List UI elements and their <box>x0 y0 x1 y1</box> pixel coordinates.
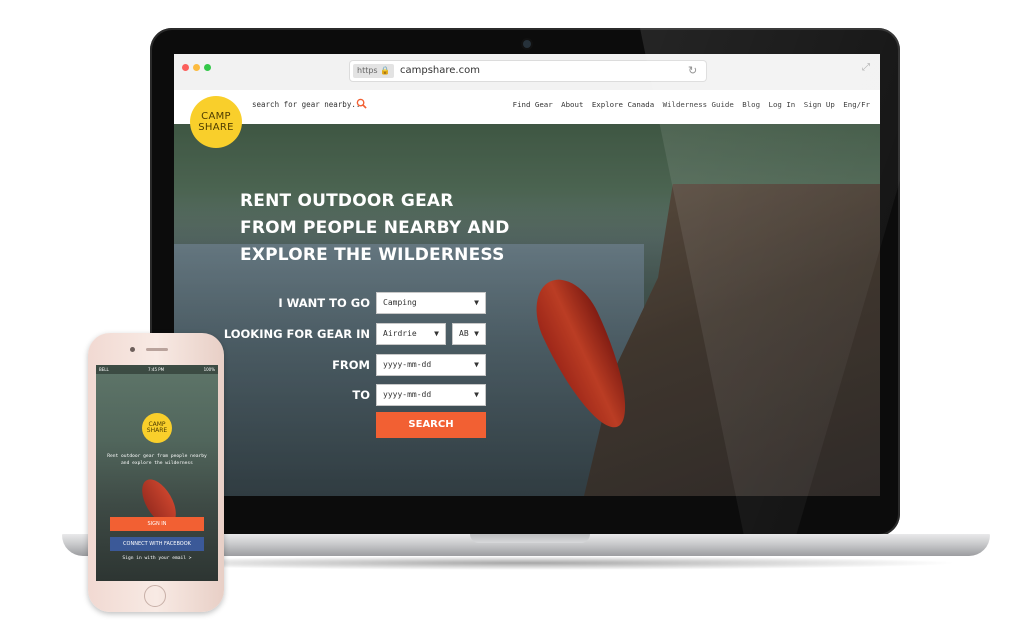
close-window-button[interactable] <box>182 64 189 71</box>
phone-status-bar: BELL 7:45 PM 100% <box>96 365 218 374</box>
headline-line2: FROM PEOPLE NEARBY AND <box>240 218 510 238</box>
nav-log-in[interactable]: Log In <box>769 100 796 109</box>
phone-home-button[interactable] <box>144 585 166 607</box>
phone-campshare-logo: CAMP SHARE <box>142 413 172 443</box>
address-bar[interactable]: https 🔒 campshare.com ↻ <box>350 61 706 81</box>
maximize-window-button[interactable] <box>204 64 211 71</box>
main-nav: Find Gear About Explore Canada Wildernes… <box>509 100 870 109</box>
dropdown-arrow-icon: ▼ <box>474 390 479 399</box>
phone-speaker <box>146 348 168 351</box>
city-value: Airdrie <box>383 329 417 338</box>
from-label: FROM <box>332 358 370 372</box>
from-date-field[interactable]: yyyy-mm-dd ▼ <box>376 354 486 376</box>
phone-time: 7:45 PM <box>148 367 165 372</box>
phone-sign-in-button[interactable]: SIGN IN <box>110 517 204 531</box>
gear-search-input[interactable]: search for gear nearby.. <box>252 100 360 109</box>
hero-section: RENT OUTDOOR GEAR FROM PEOPLE NEARBY AND… <box>174 124 880 496</box>
fullscreen-icon[interactable]: ⤢ <box>862 62 870 73</box>
activity-select[interactable]: Camping ▼ <box>376 292 486 314</box>
nav-wilderness-guide[interactable]: Wilderness Guide <box>663 100 734 109</box>
search-icon[interactable] <box>356 98 367 109</box>
nav-about[interactable]: About <box>561 100 583 109</box>
to-label: TO <box>352 388 370 402</box>
nav-explore-canada[interactable]: Explore Canada <box>592 100 654 109</box>
campshare-logo[interactable]: CAMP SHARE <box>190 96 242 148</box>
laptop-notch <box>470 534 590 543</box>
nav-blog[interactable]: Blog <box>742 100 760 109</box>
headline-line3: EXPLORE THE WILDERNESS <box>240 245 505 265</box>
phone-camera <box>130 347 135 352</box>
want-to-go-label: I WANT TO GO <box>278 296 370 310</box>
hero-headline: RENT OUTDOOR GEAR FROM PEOPLE NEARBY AND… <box>240 188 540 269</box>
to-date-field[interactable]: yyyy-mm-dd ▼ <box>376 384 486 406</box>
phone-tagline: Rent outdoor gear from people nearby and… <box>107 454 207 466</box>
browser-chrome: https 🔒 campshare.com ↻ ⤢ <box>174 54 880 91</box>
phone-email-signin-link[interactable]: Sign in with your email > <box>102 556 212 561</box>
url-text[interactable]: campshare.com <box>400 64 480 78</box>
dropdown-arrow-icon: ▼ <box>474 329 479 338</box>
city-select[interactable]: Airdrie ▼ <box>376 323 446 345</box>
nav-sign-up[interactable]: Sign Up <box>804 100 835 109</box>
reload-icon[interactable]: ↻ <box>688 64 697 78</box>
carrier-label: BELL <box>99 367 109 372</box>
protocol-badge: https 🔒 <box>353 64 395 78</box>
dropdown-arrow-icon: ▼ <box>474 298 479 307</box>
laptop-screen: https 🔒 campshare.com ↻ ⤢ CAMP SHARE sea… <box>174 54 880 496</box>
dropdown-arrow-icon: ▼ <box>474 360 479 369</box>
laptop-camera <box>523 40 531 48</box>
logo-text-line1: CAMP <box>201 111 231 122</box>
minimize-window-button[interactable] <box>193 64 200 71</box>
dropdown-arrow-icon: ▼ <box>434 329 439 338</box>
province-value: AB <box>459 329 469 338</box>
battery-label: 100% <box>203 367 215 372</box>
province-select[interactable]: AB ▼ <box>452 323 486 345</box>
phone-facebook-button[interactable]: CONNECT WITH FACEBOOK <box>110 537 204 551</box>
looking-for-gear-label: LOOKING FOR GEAR IN <box>223 327 370 341</box>
phone-screen: BELL 7:45 PM 100% CAMP SHARE Rent outdoo… <box>96 365 218 581</box>
headline-line1: RENT OUTDOOR GEAR <box>240 191 454 211</box>
phone-logo-line2: SHARE <box>146 427 168 434</box>
search-button[interactable]: SEARCH <box>376 412 486 438</box>
hero-overlay <box>174 124 880 496</box>
logo-text-line2: SHARE <box>198 122 234 133</box>
from-date-placeholder: yyyy-mm-dd <box>383 360 432 369</box>
nav-find-gear[interactable]: Find Gear <box>513 100 553 109</box>
activity-value: Camping <box>383 298 417 307</box>
to-date-placeholder: yyyy-mm-dd <box>383 390 432 399</box>
nav-language[interactable]: Eng/Fr <box>843 100 870 109</box>
